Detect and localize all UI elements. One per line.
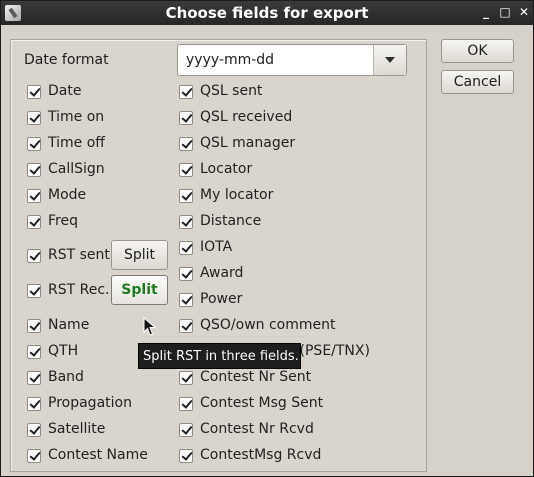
checkbox-time-on[interactable] (27, 111, 41, 125)
checkbox-label: QSL sent (200, 83, 263, 99)
checkbox-satellite[interactable] (27, 423, 41, 437)
date-format-label: Date format (24, 52, 109, 68)
checkbox-label: Time off (48, 135, 105, 151)
checkbox-contest-nr-sent[interactable] (179, 371, 193, 385)
checkbox-label: Contest Nr Sent (200, 369, 312, 385)
checkbox-distance[interactable] (179, 215, 193, 229)
chevron-down-icon[interactable] (373, 45, 406, 75)
checkbox-contest-name[interactable] (27, 449, 41, 463)
checkbox-qso-comment[interactable] (179, 319, 193, 333)
minimize-icon[interactable]: _ (478, 4, 494, 20)
checkbox-label: Distance (200, 213, 262, 229)
checkbox-contest-msg-rcvd[interactable] (179, 449, 193, 463)
checkbox-label: RST Rec. (48, 282, 110, 298)
checkbox-time-off[interactable] (27, 137, 41, 151)
checkbox-label: CallSign (48, 161, 105, 177)
checkbox-label: Propagation (48, 395, 132, 411)
date-format-value: yyyy-mm-dd (186, 52, 275, 68)
checkbox-label: Contest Name (48, 447, 148, 463)
dialog-body: Date format yyyy-mm-dd Date Time on Time… (1, 25, 533, 476)
title-bar[interactable]: Choose fields for export _ □ ✕ (1, 1, 533, 25)
checkbox-qth[interactable] (27, 345, 41, 359)
checkbox-callsign[interactable] (27, 163, 41, 177)
checkbox-qsl-received[interactable] (179, 111, 193, 125)
checkbox-label: Locator (200, 161, 253, 177)
checkbox-label: ContestMsg Rcvd (200, 447, 322, 463)
checkbox-label: Date (48, 83, 82, 99)
checkbox-power[interactable] (179, 293, 193, 307)
cancel-button[interactable]: Cancel (441, 70, 514, 94)
checkbox-label: Mode (48, 187, 87, 203)
checkbox-qsl-manager[interactable] (179, 137, 193, 151)
checkbox-my-locator[interactable] (179, 189, 193, 203)
checkbox-mode[interactable] (27, 189, 41, 203)
checkbox-label: Name (48, 317, 90, 333)
checkbox-locator[interactable] (179, 163, 193, 177)
checkbox-label: IOTA (200, 239, 233, 255)
checkbox-band[interactable] (27, 371, 41, 385)
checkbox-label: Power (200, 291, 243, 307)
checkbox-label: Freq (48, 213, 78, 229)
checkbox-rst-sent[interactable] (27, 249, 41, 263)
window-title: Choose fields for export (165, 4, 369, 22)
checkbox-label: RST sent (48, 247, 110, 263)
date-format-combo[interactable]: yyyy-mm-dd (177, 44, 407, 76)
checkbox-freq[interactable] (27, 215, 41, 229)
checkbox-contest-msg-sent[interactable] (179, 397, 193, 411)
maximize-icon[interactable]: □ (497, 4, 513, 20)
checkbox-label: QSL received (200, 109, 293, 125)
checkbox-rst-rec[interactable] (27, 284, 41, 298)
export-fields-dialog: Choose fields for export _ □ ✕ Date form… (0, 0, 534, 477)
checkbox-label: Satellite (48, 421, 106, 437)
checkbox-qsl-sent[interactable] (179, 85, 193, 99)
checkbox-label: Band (48, 369, 84, 385)
checkbox-label: QSL manager (200, 135, 296, 151)
checkbox-label: My locator (200, 187, 274, 203)
checkbox-award[interactable] (179, 267, 193, 281)
checkbox-label: Award (200, 265, 244, 281)
split-rst-rec-button[interactable]: Split (111, 275, 168, 305)
checkbox-label: Contest Nr Rcvd (200, 421, 314, 437)
checkbox-propagation[interactable] (27, 397, 41, 411)
checkbox-label: Contest Msg Sent (200, 395, 324, 411)
checkbox-iota[interactable] (179, 241, 193, 255)
checkbox-label: QTH (48, 343, 79, 359)
checkbox-label: Time on (48, 109, 105, 125)
checkbox-date[interactable] (27, 85, 41, 99)
split-rst-sent-button[interactable]: Split (111, 240, 168, 270)
ok-button[interactable]: OK (441, 39, 514, 63)
mouse-cursor-icon (143, 317, 157, 336)
close-icon[interactable]: ✕ (516, 4, 532, 20)
checkbox-name[interactable] (27, 319, 41, 333)
checkbox-label: QSO/own comment (200, 317, 336, 333)
split-tooltip: Split RST in three fields. (138, 343, 301, 369)
checkbox-contest-nr-rcvd[interactable] (179, 423, 193, 437)
